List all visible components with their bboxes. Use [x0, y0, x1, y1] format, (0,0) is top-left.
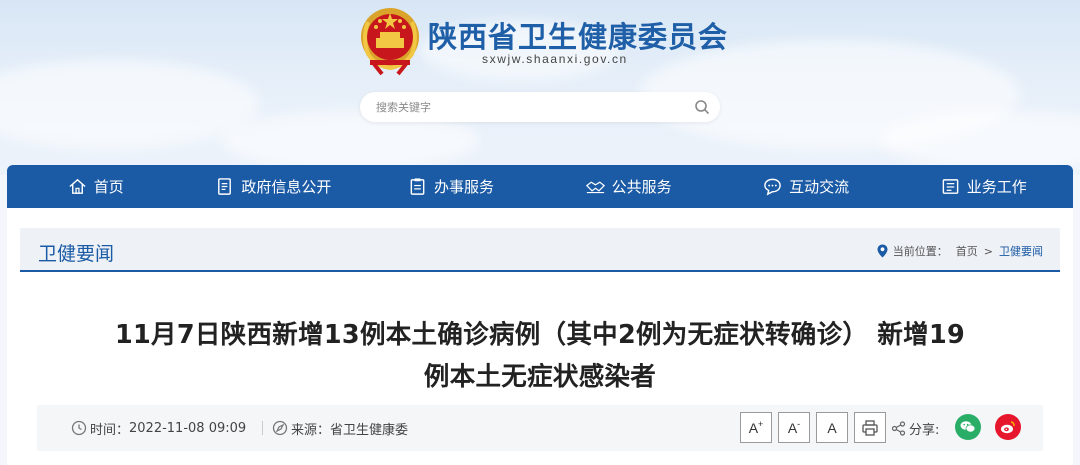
article-title-line: 例本土无症状感染者 [423, 362, 657, 392]
time-label: 时间： [90, 422, 130, 438]
print-icon [862, 419, 878, 436]
weibo-icon [1001, 421, 1015, 434]
site-title: 陕西省卫生健康委员会 [428, 20, 729, 54]
handshake-icon [585, 181, 605, 194]
nav-item-label: 公共服务 [611, 178, 672, 196]
share-icon [891, 420, 906, 436]
font-default-button[interactable]: A [816, 412, 848, 443]
article-source: 来源： 省卫生健康委 [272, 419, 409, 438]
nav-item-label: 办事服务 [433, 178, 494, 196]
national-emblem-icon [361, 8, 419, 76]
nav-item-home[interactable]: 首页 [7, 165, 185, 208]
nav-item-label: 政府信息公开 [241, 178, 332, 196]
source-value: 省卫生健康委 [330, 422, 409, 438]
breadcrumb-separator: > [983, 244, 993, 258]
breadcrumb-home[interactable]: 首页 [956, 243, 978, 259]
document-list-icon [218, 178, 232, 195]
nav-item-gov-info[interactable]: 政府信息公开 [185, 165, 363, 208]
minus-icon: - [797, 418, 801, 429]
font-larger-label: A [748, 419, 759, 436]
time-value: 2022-11-08 09:09 [129, 420, 247, 436]
font-default-label: A [827, 419, 837, 436]
print-button[interactable] [854, 412, 886, 443]
main-nav: 首页 政府信息公开 办事服务 公共服务 互动交流 业务工作 [7, 165, 1073, 208]
wechat-share-button[interactable] [955, 414, 981, 440]
font-smaller-label: A [787, 419, 798, 436]
location-pin-icon [877, 244, 888, 258]
nav-item-interaction[interactable]: 互动交流 [717, 165, 895, 208]
font-larger-button[interactable]: A + [740, 412, 772, 443]
weibo-share-button[interactable] [995, 414, 1021, 440]
publish-time: 时间： 2022-11-08 09:09 [71, 419, 247, 438]
clipboard-icon [410, 178, 425, 195]
share-text: 分享: [909, 422, 940, 438]
plus-icon: + [758, 418, 764, 429]
nav-item-label: 业务工作 [966, 178, 1027, 196]
chat-icon [764, 178, 781, 196]
nav-item-business[interactable]: 业务工作 [895, 165, 1073, 208]
breadcrumb: 当前位置： 首页 > 卫健要闻 [877, 242, 1043, 260]
section-title: 卫健要闻 [38, 243, 115, 265]
meta-divider [262, 421, 263, 435]
briefcase-icon [942, 179, 959, 194]
article-title: 11月7日陕西新增13例本土确诊病例（其中2例为无症状转确诊） 新增19 例本土… [40, 314, 1040, 398]
compass-icon [272, 420, 288, 436]
home-icon [69, 178, 86, 194]
nav-item-label: 互动交流 [789, 178, 850, 196]
clock-icon [71, 420, 87, 436]
search-icon[interactable] [694, 99, 710, 115]
nav-item-services[interactable]: 办事服务 [362, 165, 540, 208]
search-input[interactable] [376, 98, 676, 116]
source-label: 来源： [291, 422, 331, 438]
search-box [360, 92, 720, 122]
share-label: 分享: [891, 419, 940, 438]
nav-item-public-services[interactable]: 公共服务 [540, 165, 718, 208]
site-domain: sxwjw.shaanxi.gov.cn [482, 52, 628, 66]
breadcrumb-label: 当前位置： [892, 245, 948, 258]
font-smaller-button[interactable]: A- [778, 412, 810, 443]
wechat-icon [960, 421, 976, 433]
breadcrumb-current[interactable]: 卫健要闻 [999, 243, 1043, 259]
article-title-line: 11月7日陕西新增13例本土确诊病例（其中2例为无症状转确诊） 新增19 [114, 320, 966, 350]
nav-item-label: 首页 [93, 178, 124, 196]
